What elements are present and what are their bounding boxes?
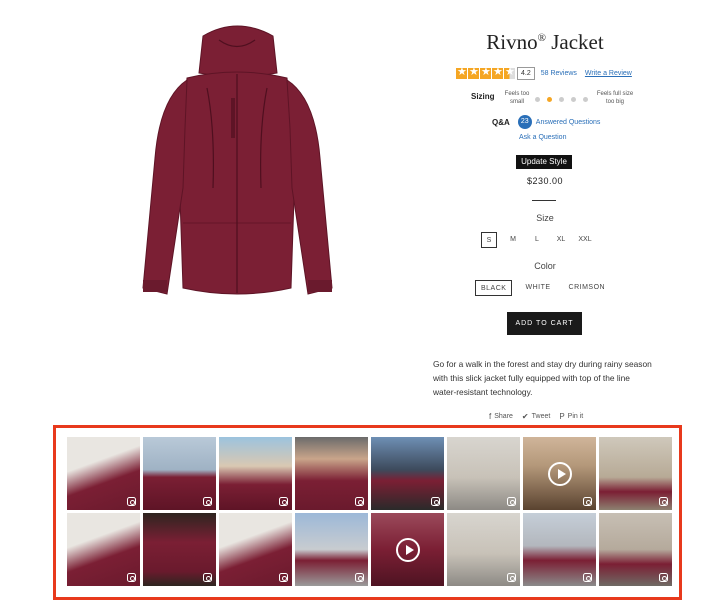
star-icon — [492, 67, 503, 79]
reviews-link[interactable]: 58 Reviews — [541, 70, 577, 77]
size-option-s[interactable]: S — [481, 232, 497, 248]
answered-questions-link[interactable]: Answered Questions — [536, 119, 601, 126]
price: $230.00 — [526, 176, 564, 186]
instagram-icon — [507, 497, 516, 506]
instagram-icon — [203, 573, 212, 582]
star-rating[interactable] — [456, 67, 516, 79]
play-icon[interactable] — [547, 461, 572, 486]
color-options: BLACK WHITE CRIMSON — [475, 280, 618, 296]
ugc-gallery — [53, 425, 682, 600]
sizing-dot — [535, 97, 540, 102]
gallery-photo[interactable] — [143, 513, 216, 586]
gallery-photo[interactable] — [447, 513, 520, 586]
gallery-photo[interactable] — [523, 437, 596, 510]
size-option-m[interactable]: M — [505, 232, 521, 248]
rating-value: 4.2 — [517, 66, 535, 80]
gallery-grid — [67, 437, 672, 586]
product-title-name: Rivno — [486, 30, 538, 54]
gallery-photo[interactable] — [143, 437, 216, 510]
size-option-xxl[interactable]: XXL — [577, 232, 593, 248]
registered-mark: ® — [537, 32, 546, 44]
product-title-suffix: Jacket — [551, 30, 604, 54]
sizing-dot — [547, 97, 552, 102]
share-label: Tweet — [531, 413, 551, 420]
qa-label: Q&A — [492, 117, 510, 127]
ask-question-link[interactable]: Ask a Question — [519, 134, 566, 141]
gallery-photo[interactable] — [295, 513, 368, 586]
sizing-big-label: Feels full size too big — [596, 91, 634, 105]
gallery-photo[interactable] — [599, 513, 672, 586]
write-review-link[interactable]: Write a Review — [585, 70, 632, 77]
instagram-icon — [583, 497, 592, 506]
update-style-button[interactable]: Update Style — [516, 155, 572, 169]
instagram-icon — [279, 497, 288, 506]
sizing-dot — [559, 97, 564, 102]
gallery-photo[interactable] — [371, 513, 444, 586]
gallery-photo[interactable] — [219, 437, 292, 510]
instagram-icon — [127, 497, 136, 506]
size-label: Size — [536, 213, 554, 223]
instagram-icon — [355, 497, 364, 506]
gallery-photo[interactable] — [67, 437, 140, 510]
instagram-icon — [203, 497, 212, 506]
size-options: S M L XL XXL — [481, 232, 601, 248]
sizing-label: Sizing — [471, 92, 495, 101]
gallery-photo[interactable] — [295, 437, 368, 510]
share-pin-it-link[interactable]: P Pin it — [559, 412, 583, 421]
share-label: Pin it — [567, 413, 584, 420]
star-half-icon — [504, 67, 515, 79]
instagram-icon — [659, 573, 668, 582]
instagram-icon — [127, 573, 136, 582]
instagram-icon — [355, 573, 364, 582]
qa-count-badge: 23 — [517, 115, 532, 129]
share-label: Share — [494, 413, 513, 420]
share-tweet-link[interactable]: ✔ Tweet — [522, 412, 550, 421]
sizing-small-label: Feels too small — [504, 91, 530, 105]
size-option-l[interactable]: L — [529, 232, 545, 248]
play-icon[interactable] — [395, 537, 420, 562]
sizing-dot — [571, 97, 576, 102]
star-icon — [468, 67, 479, 79]
product-description: Go for a walk in the forest and stay dry… — [433, 359, 652, 397]
qa-row: Q&A 23 Answered Questions — [492, 115, 600, 129]
pinterest-icon: P — [559, 412, 565, 421]
sizing-scale: Sizing Feels too small Feels full size t… — [471, 90, 636, 110]
add-to-cart-button[interactable]: ADD TO CART — [507, 312, 582, 335]
divider — [532, 200, 556, 201]
sizing-dot — [583, 97, 588, 102]
star-icon — [480, 67, 491, 79]
facebook-icon: f — [489, 412, 492, 421]
instagram-icon — [279, 573, 288, 582]
color-option-crimson[interactable]: CRIMSON — [564, 280, 611, 296]
gallery-photo[interactable] — [371, 437, 444, 510]
gallery-photo[interactable] — [599, 437, 672, 510]
star-icon — [456, 67, 467, 79]
gallery-photo[interactable] — [219, 513, 292, 586]
twitter-icon: ✔ — [521, 412, 529, 421]
gallery-photo[interactable] — [523, 513, 596, 586]
gallery-photo[interactable] — [67, 513, 140, 586]
size-option-xl[interactable]: XL — [553, 232, 569, 248]
gallery-photo[interactable] — [447, 437, 520, 510]
instagram-icon — [659, 497, 668, 506]
product-title: Rivno® Jacket — [420, 30, 670, 55]
color-label: Color — [534, 261, 556, 271]
color-option-black[interactable]: BLACK — [475, 280, 513, 296]
rating-row: 4.2 58 Reviews Write a Review — [456, 66, 632, 80]
color-option-white[interactable]: WHITE — [520, 280, 555, 296]
share-row: f Share ✔ Tweet P Pin it — [489, 412, 592, 421]
instagram-icon — [431, 497, 440, 506]
product-image[interactable] — [125, 18, 350, 318]
sizing-track — [535, 97, 591, 102]
share-share-link[interactable]: f Share — [489, 412, 513, 421]
instagram-icon — [507, 573, 516, 582]
instagram-icon — [583, 573, 592, 582]
